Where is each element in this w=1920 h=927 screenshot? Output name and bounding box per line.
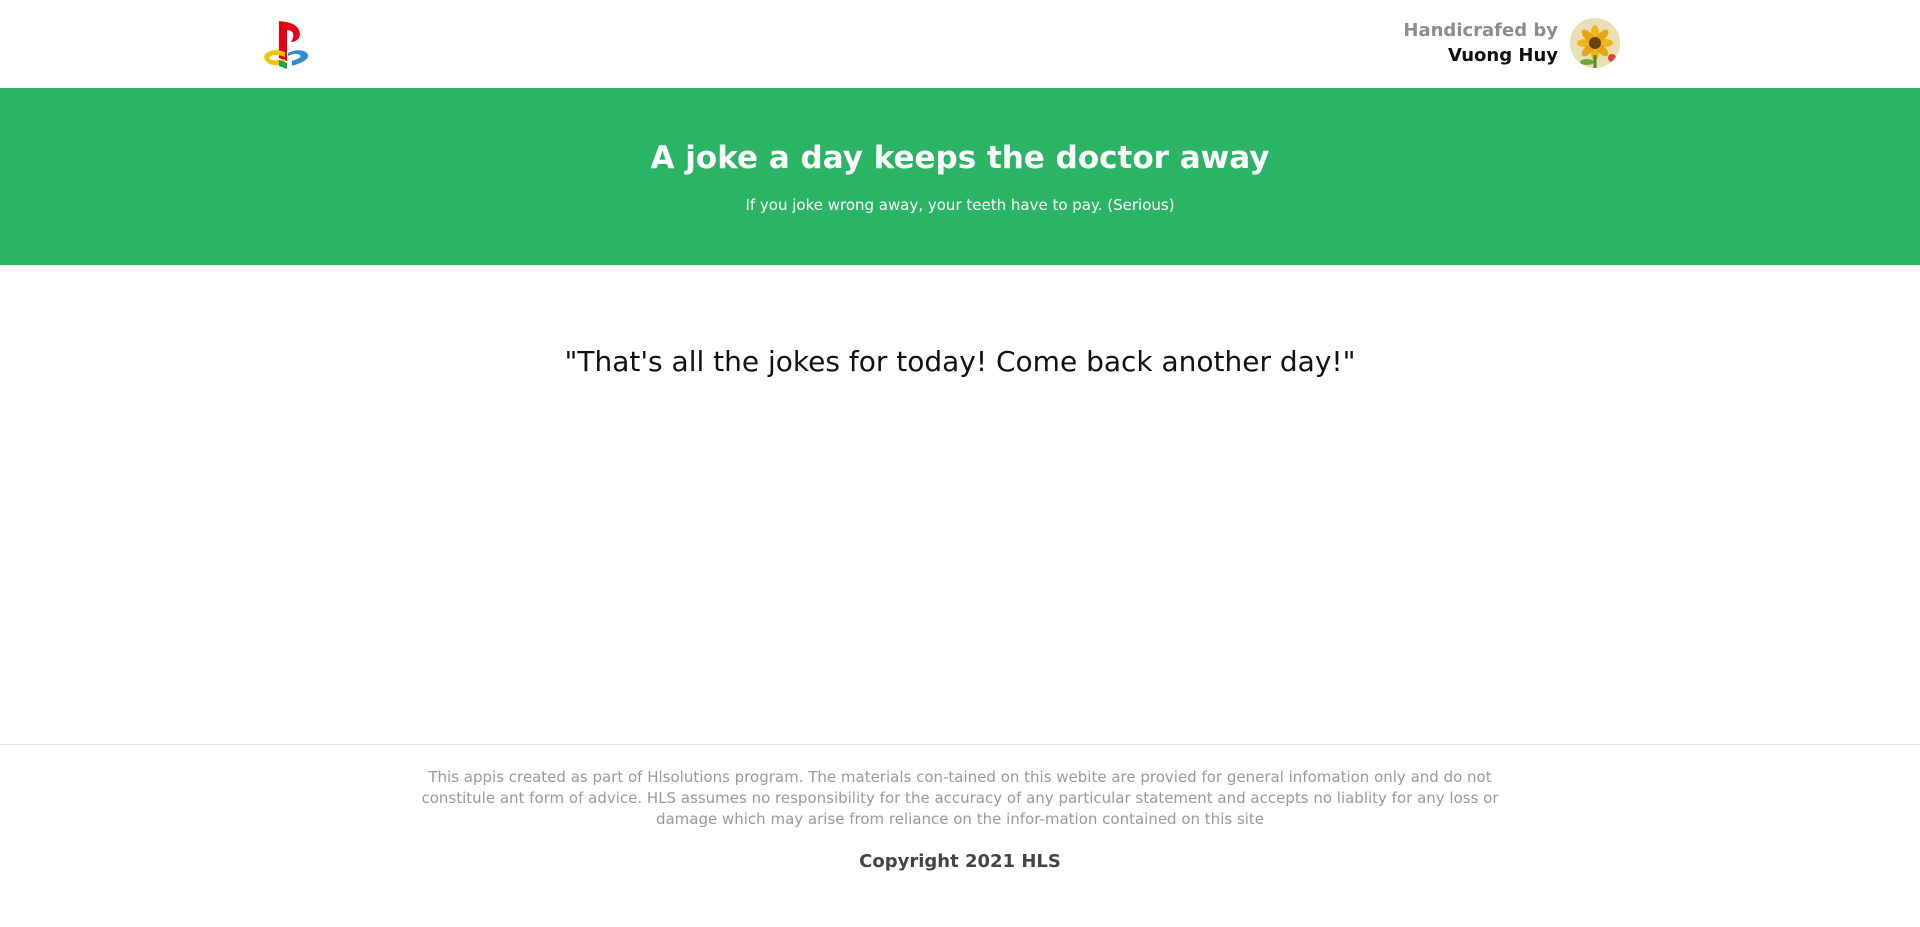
site-footer: This appis created as part of Hlsolution… bbox=[0, 744, 1920, 927]
author-label: Handicrafed by bbox=[1403, 20, 1558, 41]
author-info: Handicrafed by Vuong Huy bbox=[1403, 18, 1620, 68]
hero-banner: A joke a day keeps the doctor away If yo… bbox=[0, 88, 1920, 265]
site-header: Handicrafed by Vuong Huy bbox=[0, 0, 1920, 88]
footer-disclaimer: This appis created as part of Hlsolution… bbox=[421, 768, 1499, 828]
hero-subtitle: If you joke wrong away, your teeth have … bbox=[745, 196, 1175, 214]
author-text: Handicrafed by Vuong Huy bbox=[1403, 18, 1558, 68]
footer-copyright: Copyright 2021 HLS bbox=[859, 851, 1061, 872]
sunflower-avatar-icon[interactable] bbox=[1570, 18, 1620, 68]
playstation-logo-icon[interactable] bbox=[261, 18, 311, 70]
author-name: Vuong Huy bbox=[1447, 45, 1558, 66]
joke-text: "That's all the jokes for today! Come ba… bbox=[564, 345, 1356, 378]
hero-title: A joke a day keeps the doctor away bbox=[650, 140, 1270, 176]
